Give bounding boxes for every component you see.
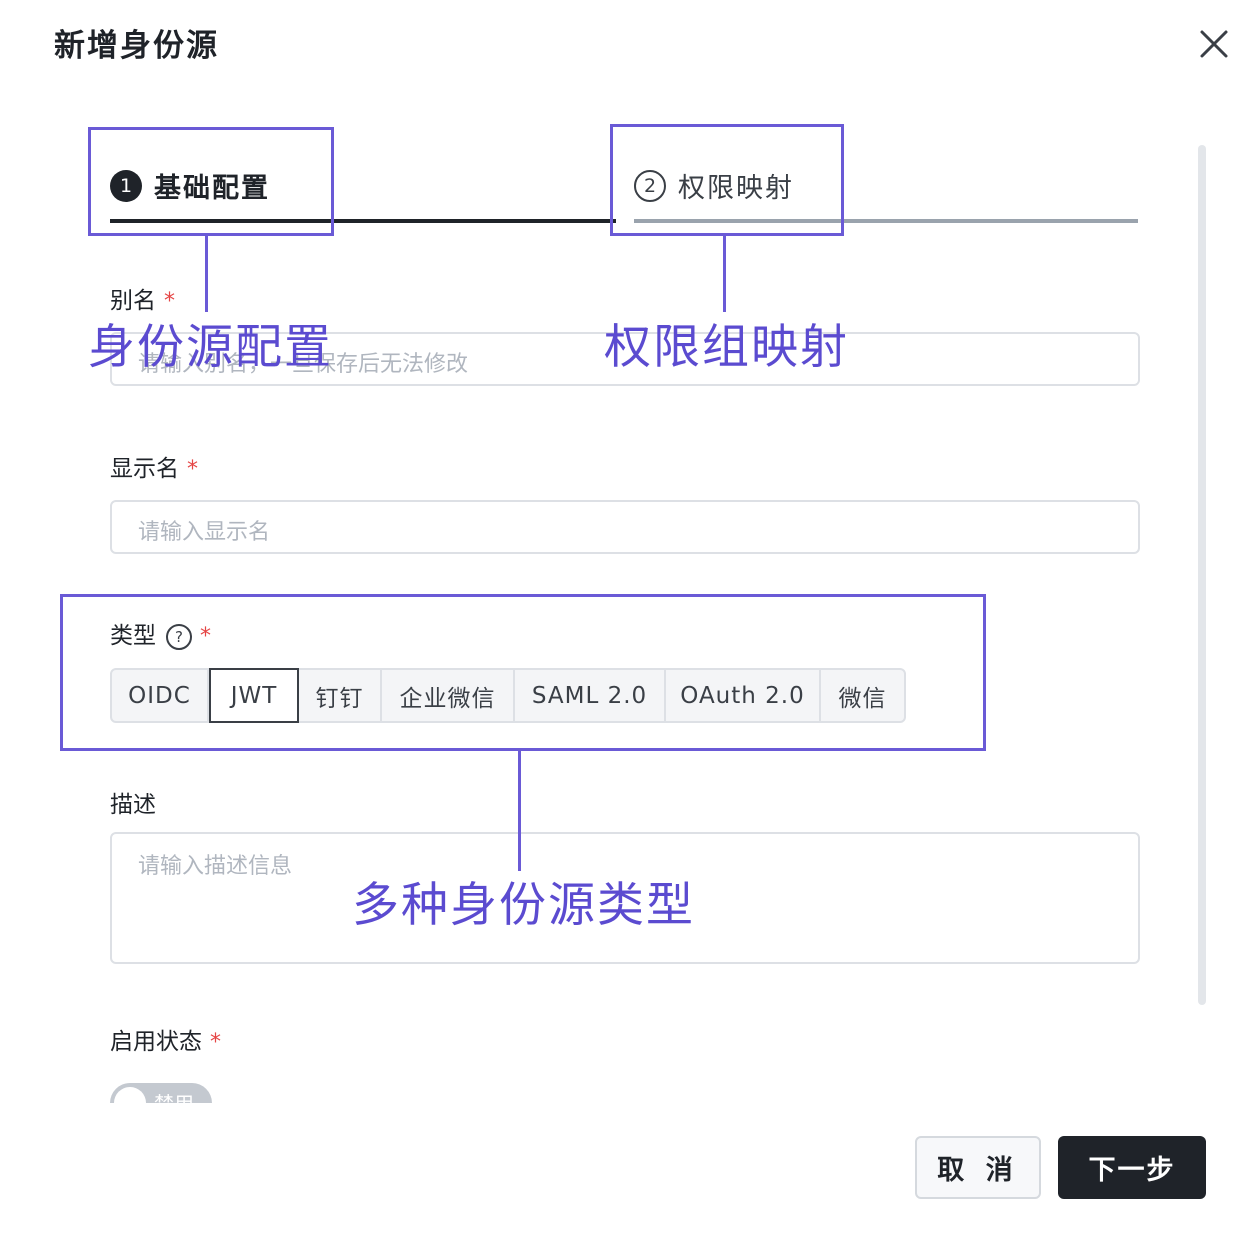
annotation-connector-type bbox=[518, 751, 521, 871]
annotation-box-type bbox=[60, 594, 986, 751]
toggle-text: 禁用 bbox=[154, 1088, 194, 1103]
annotation-connector-step2 bbox=[723, 236, 726, 312]
annotation-connector-step1 bbox=[205, 236, 208, 312]
close-button[interactable] bbox=[1194, 24, 1234, 64]
cancel-button[interactable]: 取 消 bbox=[915, 1136, 1041, 1199]
status-label-row: 启用状态 * bbox=[110, 1022, 221, 1056]
status-label: 启用状态 bbox=[110, 1029, 202, 1055]
display-name-label-row: 显示名 * bbox=[110, 449, 198, 483]
display-name-input[interactable]: 请输入显示名 bbox=[110, 500, 1140, 554]
annotation-permission-group-mapping: 权限组映射 bbox=[604, 320, 849, 375]
close-icon bbox=[1200, 30, 1228, 58]
description-label: 描述 bbox=[110, 792, 156, 818]
annotation-multiple-source-types: 多种身份源类型 bbox=[352, 878, 695, 933]
next-step-button[interactable]: 下一步 bbox=[1058, 1136, 1206, 1199]
description-placeholder: 请输入描述信息 bbox=[138, 854, 293, 879]
display-name-label: 显示名 bbox=[110, 456, 179, 482]
annotation-box-step2 bbox=[610, 124, 844, 236]
dialog-title: 新增身份源 bbox=[54, 28, 219, 64]
annotation-box-step1 bbox=[88, 127, 334, 236]
required-mark: * bbox=[210, 1030, 221, 1055]
scrollbar[interactable] bbox=[1198, 145, 1206, 1005]
display-name-placeholder: 请输入显示名 bbox=[138, 520, 271, 545]
required-mark: * bbox=[187, 457, 198, 482]
annotation-identity-source-config: 身份源配置 bbox=[88, 320, 333, 375]
status-toggle[interactable]: 禁用 bbox=[110, 1083, 212, 1103]
